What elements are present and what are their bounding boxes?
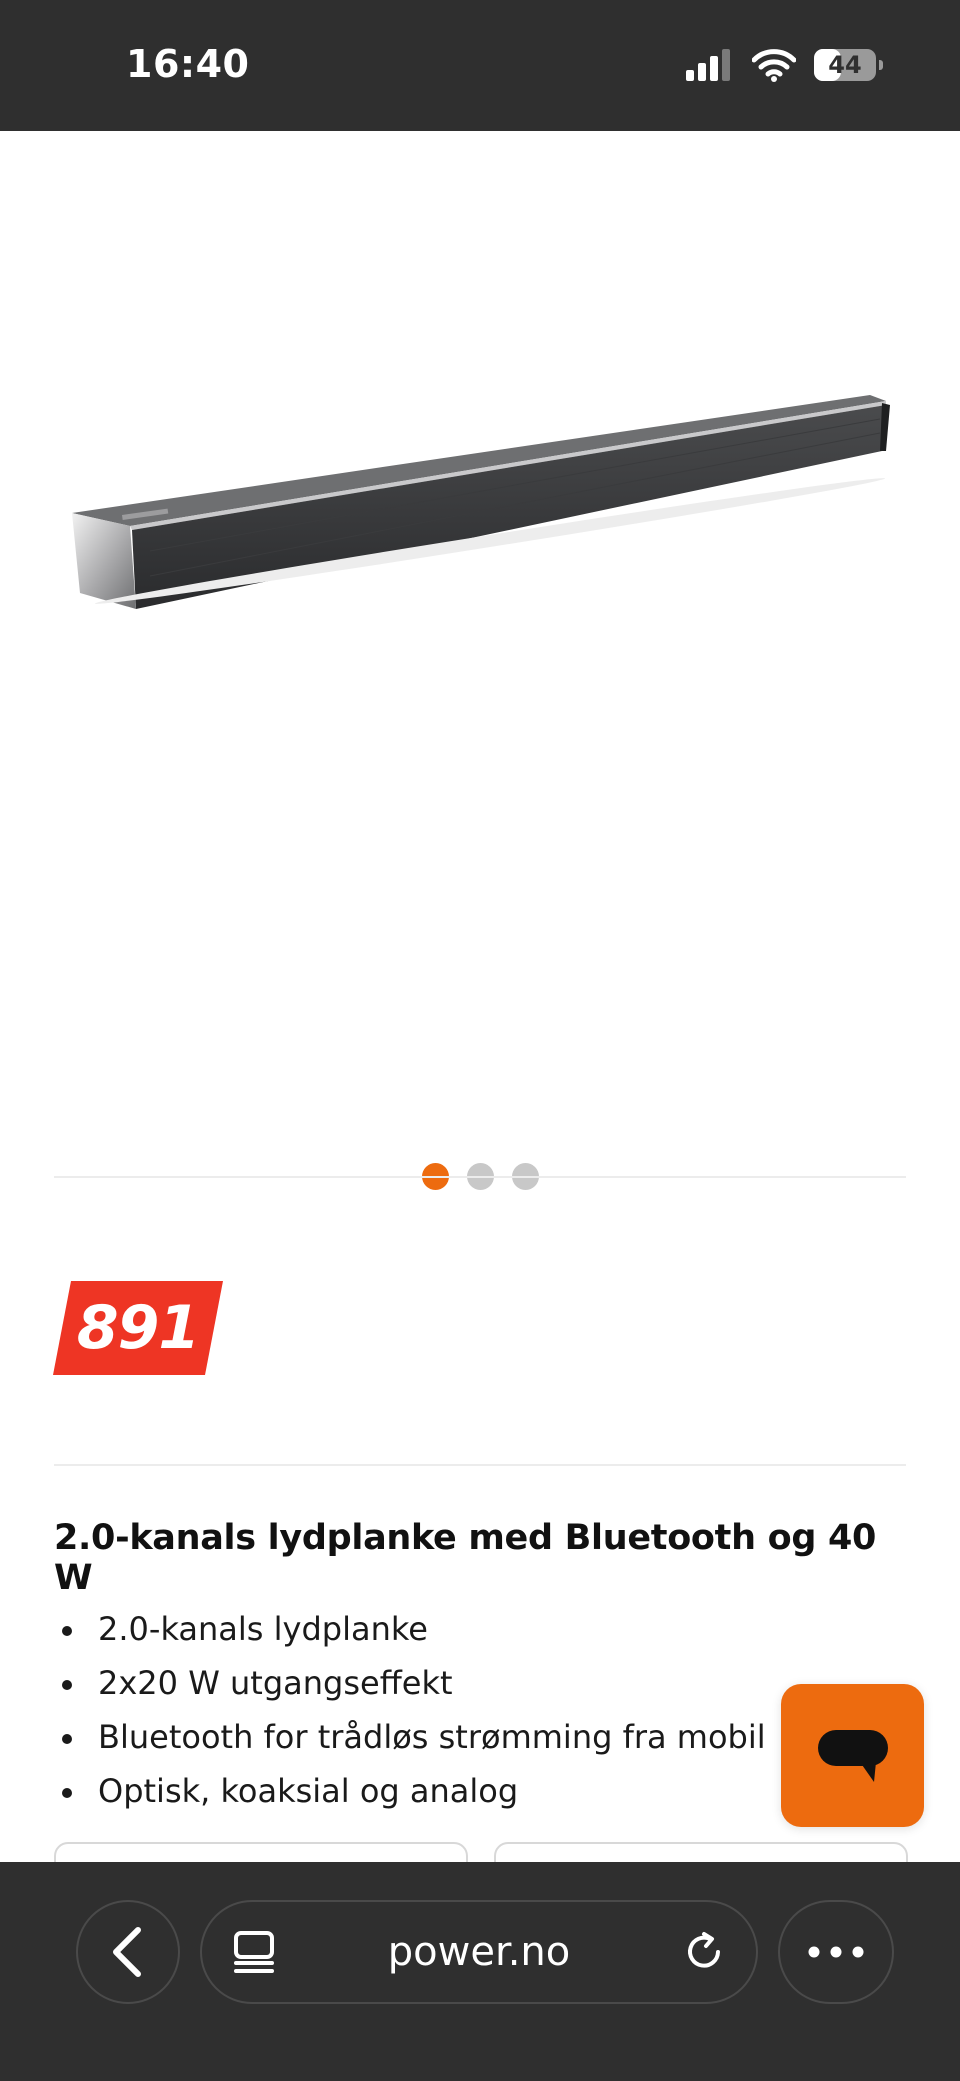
divider [54, 1176, 906, 1178]
status-bar: 16:40 44 [0, 0, 960, 131]
product-gallery[interactable] [0, 131, 960, 1190]
url-text[interactable]: power.no [292, 1902, 666, 2002]
feature-list: 2.0-kanals lydplanke 2x20 W utgangseffek… [54, 1602, 766, 1818]
reload-icon [688, 1932, 720, 1968]
chat-button[interactable] [781, 1684, 924, 1827]
feature-item: 2.0-kanals lydplanke [54, 1602, 766, 1656]
feature-item: Optisk, koaksial og analog [54, 1764, 766, 1818]
soundbar-image [72, 395, 890, 609]
cellular-signal-icon [686, 49, 730, 81]
reload-button[interactable] [680, 1928, 728, 1976]
browser-toolbar: power.no [0, 1862, 960, 2081]
tab-overview-icon [234, 1931, 274, 1973]
price-value: 891 [76, 1293, 200, 1363]
chat-bubble-icon [817, 1729, 888, 1782]
more-dots-icon [808, 1946, 864, 1958]
price-tag: 891 [53, 1281, 223, 1375]
more-options-button[interactable] [778, 1900, 894, 2004]
divider [54, 1464, 906, 1466]
battery-percent: 44 [828, 51, 862, 79]
product-title: 2.0-kanals lydplanke med Bluetooth og 40… [54, 1518, 877, 1598]
status-icons: 44 [686, 48, 883, 82]
status-time: 16:40 [126, 42, 250, 86]
feature-item: 2x20 W utgangseffekt [54, 1656, 766, 1710]
back-button[interactable] [76, 1900, 180, 2004]
address-bar[interactable]: power.no [200, 1900, 758, 2004]
chevron-left-icon [113, 1927, 141, 1977]
feature-item: Bluetooth for trådløs strømming fra mobi… [54, 1710, 766, 1764]
battery-icon: 44 [814, 49, 883, 81]
wifi-icon [752, 49, 796, 82]
tab-overview-button[interactable] [230, 1928, 278, 1976]
battery-cap [879, 60, 883, 70]
